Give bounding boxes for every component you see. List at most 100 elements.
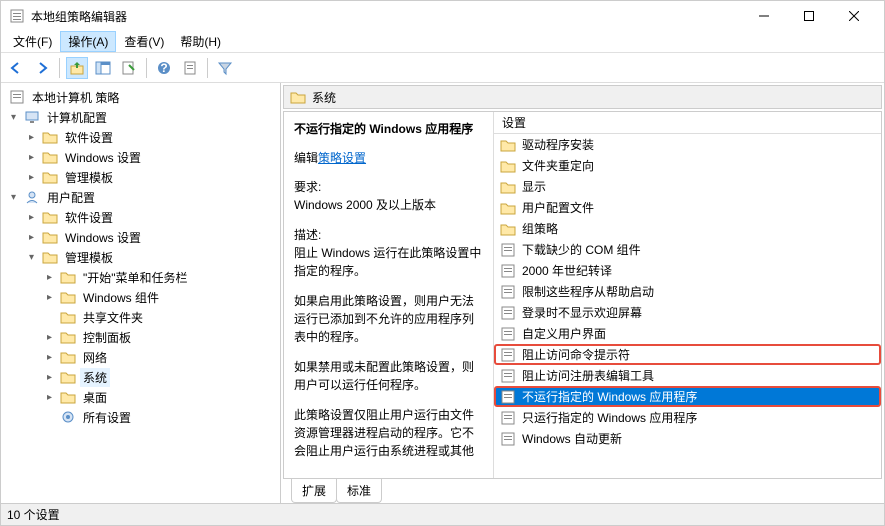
list-item-setting[interactable]: 只运行指定的 Windows 应用程序 bbox=[494, 407, 881, 428]
tree-windows[interactable]: ▸Windows 设置 bbox=[1, 147, 280, 167]
back-button[interactable] bbox=[5, 57, 27, 79]
expand-icon[interactable]: ▸ bbox=[25, 211, 38, 224]
menubar: 文件(F) 操作(A) 查看(V) 帮助(H) bbox=[1, 31, 884, 53]
list-label: 驱动程序安装 bbox=[522, 136, 594, 153]
desc-p2: 如果启用此策略设置，则用户无法运行已添加到不允许的应用程序列表中的程序。 bbox=[294, 292, 483, 346]
svg-text:?: ? bbox=[160, 61, 167, 75]
maximize-button[interactable] bbox=[786, 1, 831, 31]
list-item-setting[interactable]: 自定义用户界面 bbox=[494, 323, 881, 344]
tree-shared-folders[interactable]: 共享文件夹 bbox=[1, 307, 280, 327]
list-item-folder[interactable]: 用户配置文件 bbox=[494, 197, 881, 218]
tree-control-panel[interactable]: ▸控制面板 bbox=[1, 327, 280, 347]
list-label: 阻止访问注册表编辑工具 bbox=[522, 367, 654, 384]
help-button[interactable]: ? bbox=[153, 57, 175, 79]
list-item-setting[interactable]: 2000 年世纪转译 bbox=[494, 260, 881, 281]
menu-view[interactable]: 查看(V) bbox=[116, 31, 172, 52]
expand-icon[interactable]: ▸ bbox=[43, 291, 56, 304]
tree-admin[interactable]: ▸ 管理模板 bbox=[1, 167, 280, 187]
export-button[interactable] bbox=[118, 57, 140, 79]
minimize-button[interactable] bbox=[741, 1, 786, 31]
expand-icon[interactable]: ▸ bbox=[43, 351, 56, 364]
expand-icon[interactable]: ▸ bbox=[25, 231, 38, 244]
tree-system[interactable]: ▸ 系统 bbox=[1, 367, 280, 387]
tree-network[interactable]: ▸ 网络 bbox=[1, 347, 280, 367]
filter-button[interactable] bbox=[214, 57, 236, 79]
list-label: 阻止访问命令提示符 bbox=[522, 346, 630, 363]
tree-software[interactable]: ▸软件设置 bbox=[1, 207, 280, 227]
tree-label: 所有设置 bbox=[80, 408, 134, 427]
show-hide-tree-button[interactable] bbox=[92, 57, 114, 79]
list-item-setting[interactable]: 下载缺少的 COM 组件 bbox=[494, 239, 881, 260]
expand-icon[interactable]: ▸ bbox=[25, 131, 38, 144]
menu-file[interactable]: 文件(F) bbox=[5, 31, 60, 52]
settings-list[interactable]: 设置 驱动程序安装 文件夹重定向 显示 用户配置文件 组策略 下载缺少的 COM… bbox=[494, 112, 881, 478]
list-label: 登录时不显示欢迎屏幕 bbox=[522, 304, 642, 321]
list-item-folder[interactable]: 组策略 bbox=[494, 218, 881, 239]
collapse-icon[interactable]: ▾ bbox=[25, 251, 38, 264]
list-item-setting[interactable]: 限制这些程序从帮助启动 bbox=[494, 281, 881, 302]
titlebar: 本地组策略编辑器 bbox=[1, 1, 884, 31]
list-item-setting-selected[interactable]: 不运行指定的 Windows 应用程序 bbox=[494, 386, 881, 407]
folder-icon bbox=[500, 137, 516, 153]
list-item-setting[interactable]: 登录时不显示欢迎屏幕 bbox=[494, 302, 881, 323]
list-item-folder[interactable]: 驱动程序安装 bbox=[494, 134, 881, 155]
tree-user-config[interactable]: ▾用户配置 bbox=[1, 187, 280, 207]
window-controls bbox=[741, 1, 876, 31]
tree-software[interactable]: ▸软件设置 bbox=[1, 127, 280, 147]
tree-start-taskbar[interactable]: ▸"开始"菜单和任务栏 bbox=[1, 267, 280, 287]
setting-icon bbox=[500, 368, 516, 384]
tree-label: 管理模板 bbox=[62, 168, 116, 187]
folder-icon bbox=[60, 369, 76, 385]
req-text: Windows 2000 及以上版本 bbox=[294, 196, 483, 214]
collapse-icon[interactable]: ▾ bbox=[7, 191, 20, 204]
folder-icon bbox=[42, 249, 58, 265]
edit-policy-link[interactable]: 策略设置 bbox=[318, 151, 366, 165]
menu-action[interactable]: 操作(A) bbox=[60, 31, 116, 52]
expand-icon[interactable]: ▸ bbox=[25, 171, 38, 184]
close-button[interactable] bbox=[831, 1, 876, 31]
setting-icon bbox=[500, 389, 516, 405]
folder-icon bbox=[500, 221, 516, 237]
tree-windows[interactable]: ▸Windows 设置 bbox=[1, 227, 280, 247]
tree-admin[interactable]: ▾管理模板 bbox=[1, 247, 280, 267]
tree-all-settings[interactable]: 所有设置 bbox=[1, 407, 280, 427]
tab-extended[interactable]: 扩展 bbox=[291, 479, 337, 503]
column-header-settings[interactable]: 设置 bbox=[494, 112, 881, 134]
tree-label: 桌面 bbox=[80, 388, 110, 407]
expand-icon[interactable]: ▸ bbox=[25, 151, 38, 164]
expand-icon[interactable]: ▸ bbox=[43, 391, 56, 404]
list-label: 2000 年世纪转译 bbox=[522, 262, 612, 279]
list-item-folder[interactable]: 文件夹重定向 bbox=[494, 155, 881, 176]
expand-icon[interactable]: ▸ bbox=[43, 331, 56, 344]
list-item-folder[interactable]: 显示 bbox=[494, 176, 881, 197]
up-button[interactable] bbox=[66, 57, 88, 79]
list-item-setting[interactable]: Windows 自动更新 bbox=[494, 428, 881, 449]
list-label: 自定义用户界面 bbox=[522, 325, 606, 342]
window-title: 本地组策略编辑器 bbox=[31, 8, 741, 25]
tree-root[interactable]: 本地计算机 策略 bbox=[1, 87, 280, 107]
tree-label: 系统 bbox=[80, 368, 110, 387]
tree-label: 网络 bbox=[80, 348, 110, 367]
tree-computer-config[interactable]: ▾ 计算机配置 bbox=[1, 107, 280, 127]
desc-p1: 阻止 Windows 运行在此策略设置中指定的程序。 bbox=[294, 244, 483, 280]
status-text: 10 个设置 bbox=[7, 506, 60, 523]
list-item-setting-highlighted[interactable]: 阻止访问命令提示符 bbox=[494, 344, 881, 365]
tree-win-components[interactable]: ▸Windows 组件 bbox=[1, 287, 280, 307]
menu-help[interactable]: 帮助(H) bbox=[172, 31, 229, 52]
folder-icon bbox=[42, 149, 58, 165]
tab-standard[interactable]: 标准 bbox=[336, 479, 382, 503]
setting-icon bbox=[500, 347, 516, 363]
expand-icon[interactable]: ▸ bbox=[43, 271, 56, 284]
tree-pane[interactable]: 本地计算机 策略 ▾ 计算机配置 ▸软件设置 ▸Windows 设置 ▸ 管理模板… bbox=[1, 83, 281, 503]
collapse-icon[interactable]: ▾ bbox=[7, 111, 20, 124]
desc-label: 描述: bbox=[294, 226, 483, 244]
forward-button[interactable] bbox=[31, 57, 53, 79]
toolbar: ? bbox=[1, 53, 884, 83]
properties-button[interactable] bbox=[179, 57, 201, 79]
folder-icon bbox=[500, 200, 516, 216]
tree-label: 本地计算机 策略 bbox=[29, 88, 122, 107]
req-label: 要求: bbox=[294, 178, 483, 196]
expand-icon[interactable]: ▸ bbox=[43, 371, 56, 384]
tree-desktop[interactable]: ▸ 桌面 bbox=[1, 387, 280, 407]
list-item-setting[interactable]: 阻止访问注册表编辑工具 bbox=[494, 365, 881, 386]
